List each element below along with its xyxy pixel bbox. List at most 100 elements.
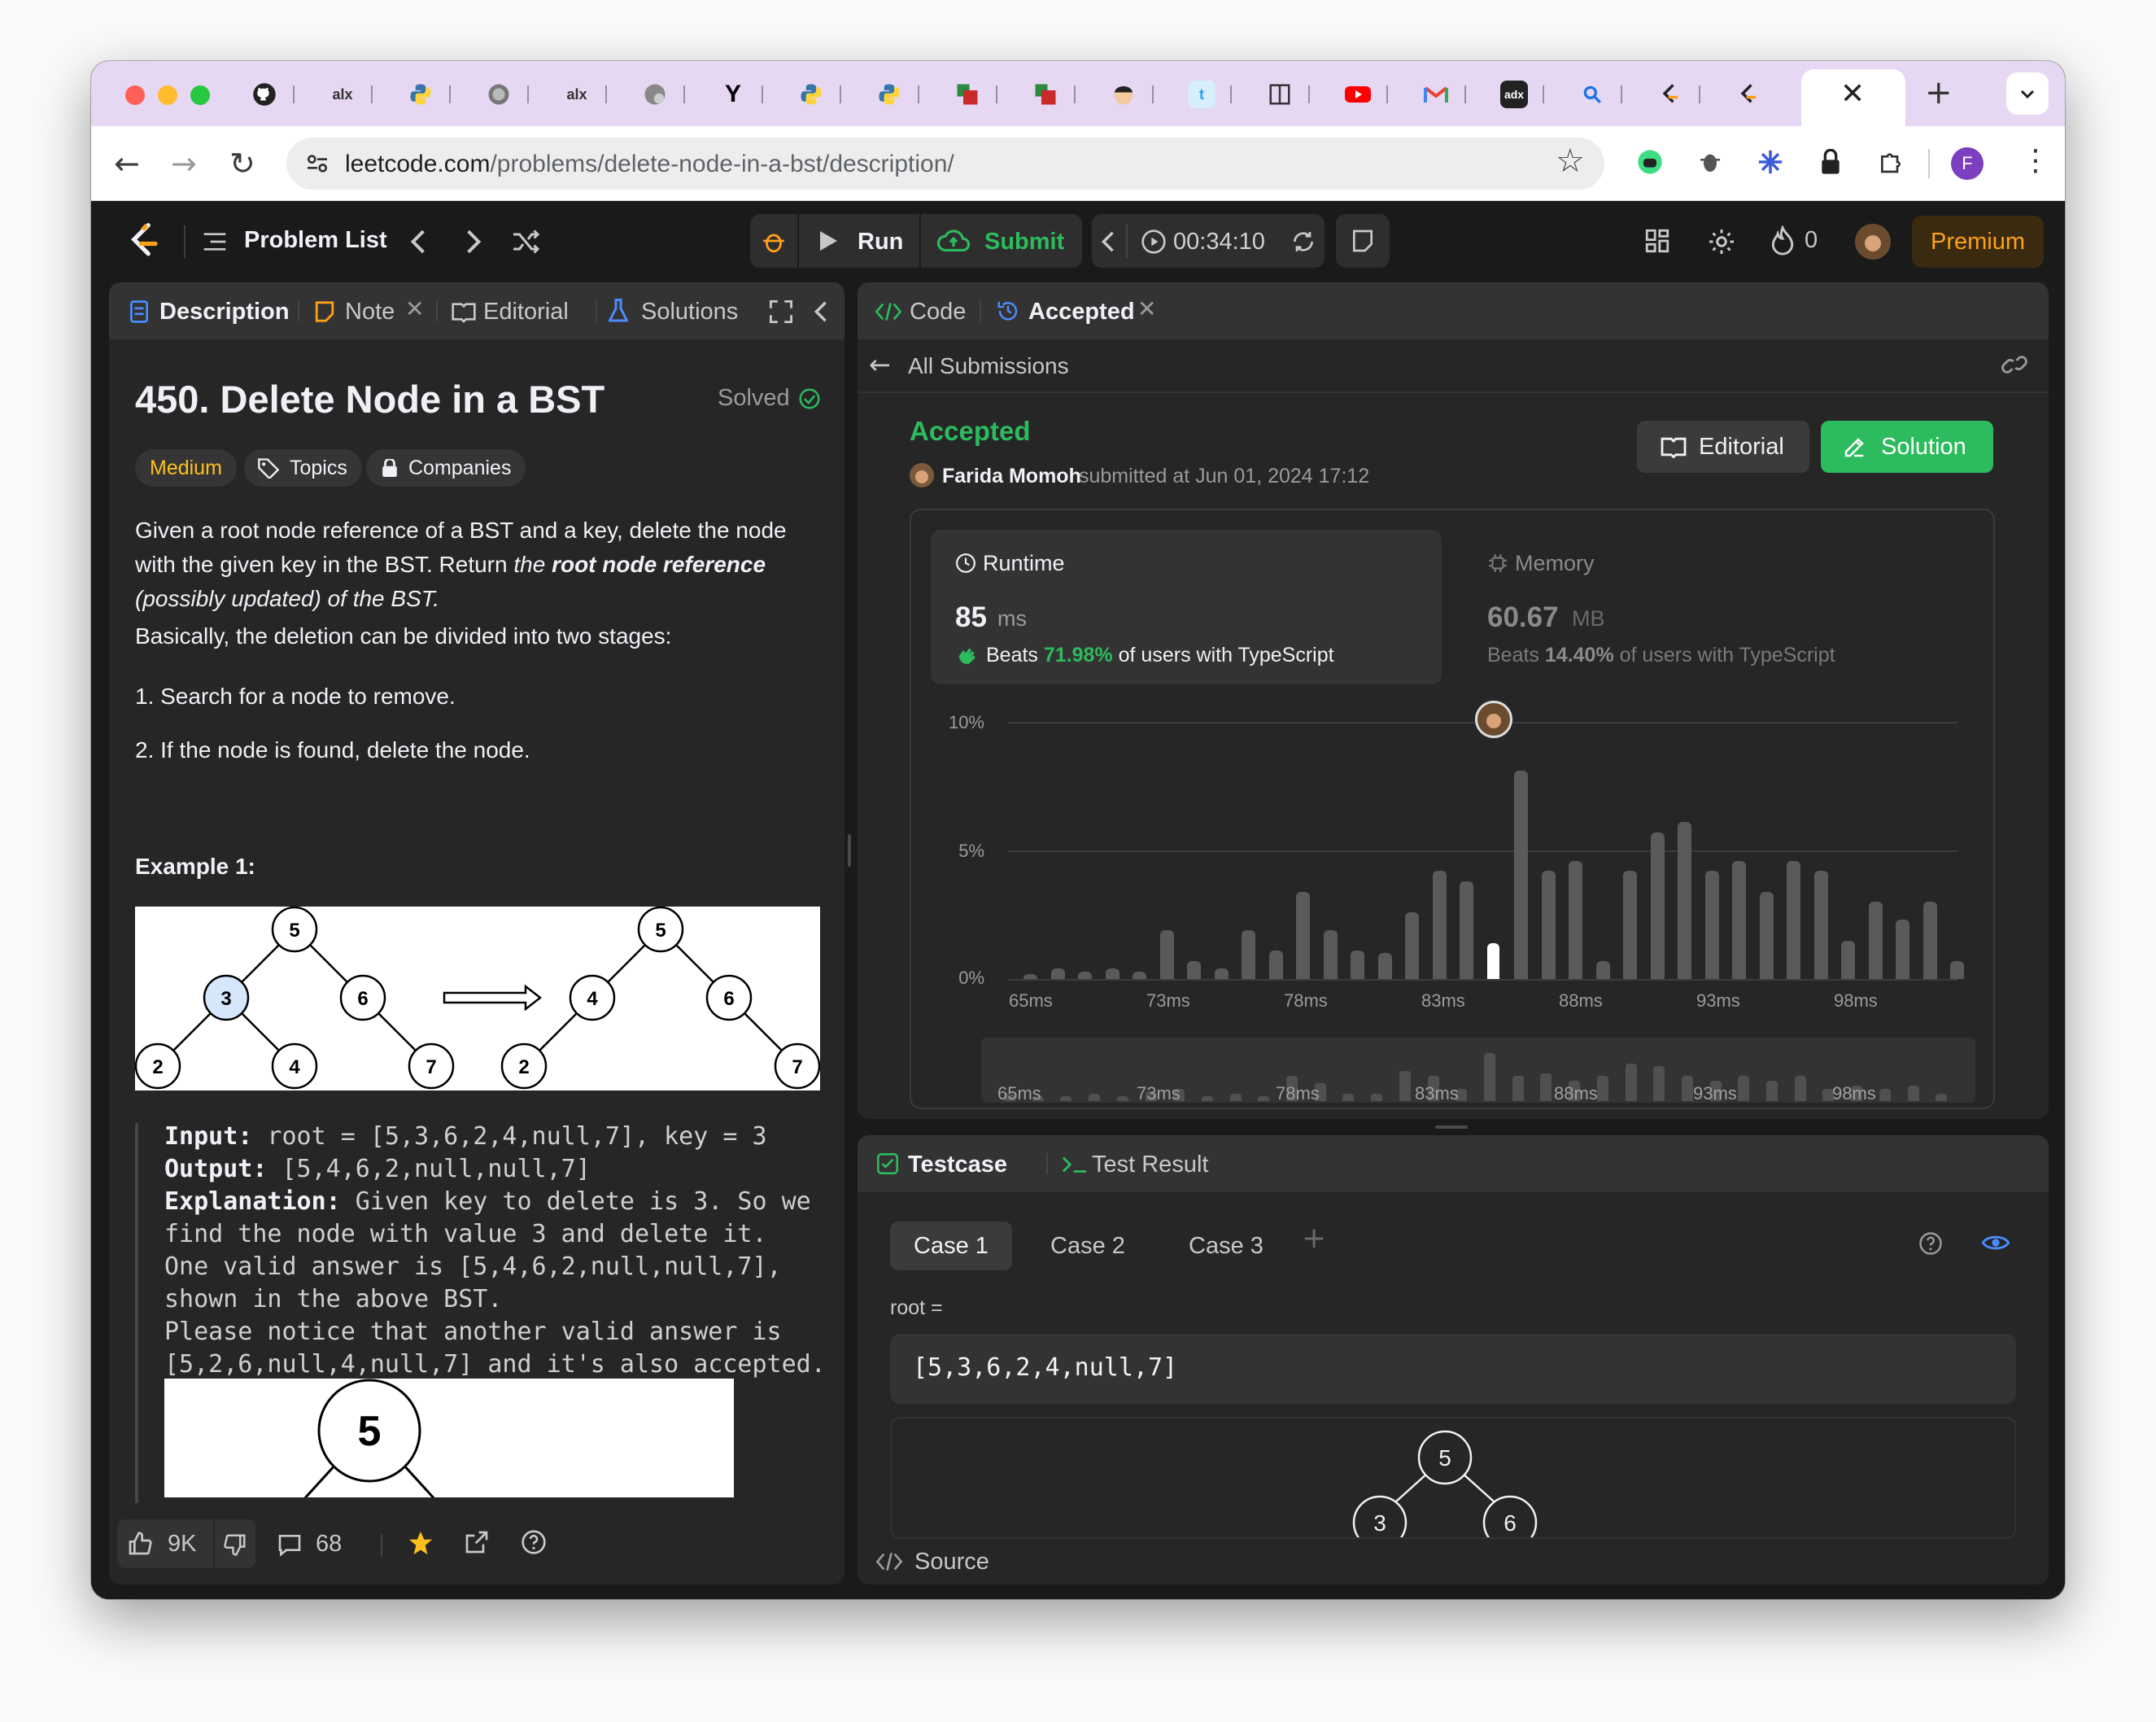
notes-button[interactable] [1336,214,1390,268]
memory-card[interactable]: Memory 60.67 MB Beats 14.40% of users wi… [1463,530,1974,684]
help-icon[interactable] [521,1529,547,1555]
reset-timer-icon[interactable] [1290,229,1316,255]
horizontal-resize-handle[interactable] [1435,1125,1468,1129]
tumblr-icon[interactable]: t [1188,81,1215,108]
leetcode-logo-icon[interactable] [127,221,161,261]
chart-bar[interactable] [1432,871,1447,979]
layout-icon[interactable] [1643,227,1671,255]
comment-icon[interactable] [277,1532,303,1557]
close-accepted-tab-icon[interactable]: ✕ [1137,295,1156,322]
chart-bar[interactable] [1351,951,1364,979]
puzzle-icon[interactable] [1032,81,1059,108]
param-input[interactable]: [5,3,6,2,4,null,7] [890,1334,2016,1404]
chart-bar[interactable] [1486,942,1499,979]
next-problem-icon[interactable] [464,229,483,255]
chart-bar[interactable] [1623,871,1637,979]
topics-tag[interactable]: Topics [244,449,362,487]
share-icon[interactable] [464,1529,490,1555]
debug-button[interactable] [750,214,797,268]
add-case-icon[interactable]: + [1302,1222,1326,1255]
solution-button[interactable]: Solution [1821,421,1993,473]
chart-bar[interactable] [1105,968,1119,979]
chart-bar[interactable] [1187,960,1201,979]
source-link[interactable]: Source [914,1549,989,1576]
chart-bar[interactable] [1268,951,1283,979]
close-note-tab-icon[interactable]: ✕ [405,295,424,322]
tab-note[interactable]: Note [345,299,395,326]
settings-gear-icon[interactable] [1707,227,1736,256]
my-submission-marker[interactable] [1474,701,1512,738]
tab-description[interactable]: Description [159,299,290,326]
link-icon[interactable] [2000,352,2029,377]
author-name[interactable]: Farida Momoh [942,465,1081,488]
case-1-tab[interactable]: Case 1 [890,1222,1012,1270]
chart-bar[interactable] [1514,771,1528,979]
extension-lock-icon[interactable] [1814,146,1847,178]
chart-bar[interactable] [1569,860,1582,979]
new-tab-icon[interactable]: + [1925,74,1953,111]
leetcode-icon[interactable] [1735,81,1762,108]
chart-bar[interactable] [1023,973,1037,979]
extension-sparkle-icon[interactable] [1754,146,1787,178]
favorite-star-icon[interactable] [407,1529,434,1557]
youtube-icon[interactable] [1344,81,1372,108]
alx-icon[interactable]: alx [563,81,591,108]
github-icon[interactable] [251,81,278,108]
case-2-tab[interactable]: Case 2 [1027,1222,1149,1270]
chart-bar[interactable] [1950,960,1964,979]
shuffle-icon[interactable] [511,229,540,255]
case-3-tab[interactable]: Case 3 [1165,1222,1287,1270]
python-icon[interactable] [407,81,434,108]
help-icon[interactable] [1918,1231,1943,1256]
tab-code[interactable]: Code [910,299,966,326]
python-icon[interactable] [797,81,825,108]
chart-bar[interactable] [1732,860,1746,979]
chart-bar[interactable] [1650,832,1665,979]
tab-search-button[interactable] [2006,72,2049,115]
extension-android-icon[interactable] [1634,146,1666,178]
chart-bar[interactable] [1923,902,1937,979]
chart-bar[interactable] [1678,822,1691,979]
chart-bar[interactable] [1460,881,1473,979]
active-tab[interactable]: ✕ [1801,69,1905,126]
site-settings-icon[interactable] [304,151,330,177]
collapse-timer-icon[interactable] [1100,230,1116,253]
chart-bar[interactable] [1541,871,1556,979]
chart-bar[interactable] [1159,929,1174,979]
problem-list-link[interactable]: Problem List [244,227,387,254]
url-field[interactable]: leetcode.com/problems/delete-node-in-a-b… [286,138,1604,190]
runtime-card[interactable]: Runtime 85 ms Beats 71.98% of users with… [931,530,1442,684]
maximize-window-button[interactable] [190,85,210,105]
chart-bar[interactable] [1813,871,1828,979]
gmail-icon[interactable] [1422,81,1450,108]
editorial-button[interactable]: Editorial [1637,421,1809,473]
chart-bar[interactable] [1133,971,1146,979]
ycombinator-icon[interactable]: Y [719,81,747,108]
chart-bar[interactable] [1214,968,1229,979]
tab-testcase[interactable]: Testcase [908,1152,1007,1178]
chart-bar[interactable] [1050,968,1065,979]
premium-button[interactable]: Premium [1912,216,2044,268]
avatar-icon[interactable] [1110,81,1137,108]
eye-icon[interactable] [1982,1231,2010,1254]
globe-icon[interactable] [485,81,513,108]
timer-play-icon[interactable] [1141,229,1167,255]
search-icon[interactable] [1578,81,1606,108]
back-arrow-icon[interactable]: ← [869,349,891,380]
chart-bar[interactable] [1296,891,1310,979]
chart-bar[interactable] [1078,971,1092,979]
vertical-resize-handle[interactable] [848,834,851,867]
close-tab-icon[interactable]: ✕ [1840,77,1865,111]
chart-bar[interactable] [1787,860,1800,979]
collapse-panel-icon[interactable] [814,300,828,323]
chart-bar[interactable] [1595,960,1610,979]
extensions-puzzle-icon[interactable] [1874,146,1907,178]
python-icon[interactable] [875,81,903,108]
forward-icon[interactable]: → [171,146,197,181]
extension-bug-icon[interactable] [1694,146,1726,178]
globe-icon[interactable] [641,81,669,108]
expand-panel-icon[interactable] [770,300,792,323]
tab-solutions[interactable]: Solutions [641,299,747,326]
chart-bar[interactable] [1704,871,1719,979]
puzzle-icon[interactable] [954,81,981,108]
